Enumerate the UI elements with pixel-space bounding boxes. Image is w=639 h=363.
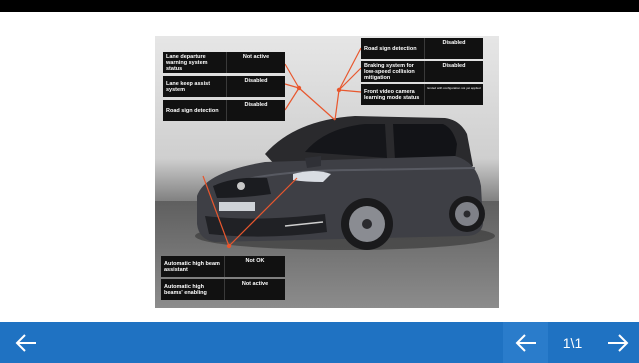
status-lane-departure: Lane departure warning system status Not… xyxy=(163,52,285,73)
status-value: Disabled xyxy=(442,63,466,69)
arrow-right-icon xyxy=(608,333,629,352)
status-auto-high-beams-enabling: Automatic high beams' enabling Not activ… xyxy=(161,279,285,300)
status-value: Disabled xyxy=(244,78,268,84)
page-indicator: 1\1 xyxy=(562,334,583,351)
status-road-sign-left: Road sign detection Disabled xyxy=(163,100,285,121)
status-label: Automatic high beams' enabling xyxy=(161,279,225,300)
status-auto-high-beam-assistant: Automatic high beam assistant Not OK xyxy=(161,256,285,277)
top-bar xyxy=(0,0,639,12)
adas-diagram: Lane departure warning system status Not… xyxy=(155,36,499,308)
status-label: Automatic high beam assistant xyxy=(161,256,225,277)
status-low-speed-braking: Braking system for low-speed collision m… xyxy=(361,61,483,82)
status-front-camera-learning: Front video camera learning mode status … xyxy=(361,84,483,105)
status-label: Braking system for low-speed collision m… xyxy=(361,61,425,82)
previous-page-button[interactable] xyxy=(503,322,548,363)
status-label: Road sign detection xyxy=(361,38,425,59)
status-label: Front video camera learning mode status xyxy=(361,84,425,105)
status-road-sign-right: Road sign detection Disabled xyxy=(361,38,483,59)
status-label: Lane departure warning system status xyxy=(163,52,227,73)
status-value: Not active xyxy=(242,54,270,60)
status-label: Road sign detection xyxy=(163,100,227,121)
arrow-left-icon xyxy=(15,333,36,352)
arrow-left-icon xyxy=(515,333,536,352)
status-value: Ended with configuration not yet applied xyxy=(427,86,481,90)
status-label: Lane keep assist system xyxy=(163,76,227,97)
status-lane-keep-assist: Lane keep assist system Disabled xyxy=(163,76,285,97)
status-value: Not active xyxy=(241,281,269,287)
bottom-navigation-bar xyxy=(0,322,639,363)
back-button[interactable] xyxy=(6,322,46,363)
status-value: Disabled xyxy=(442,40,466,46)
status-value: Not OK xyxy=(245,258,265,264)
next-page-button[interactable] xyxy=(597,322,639,363)
status-value: Disabled xyxy=(244,102,268,108)
